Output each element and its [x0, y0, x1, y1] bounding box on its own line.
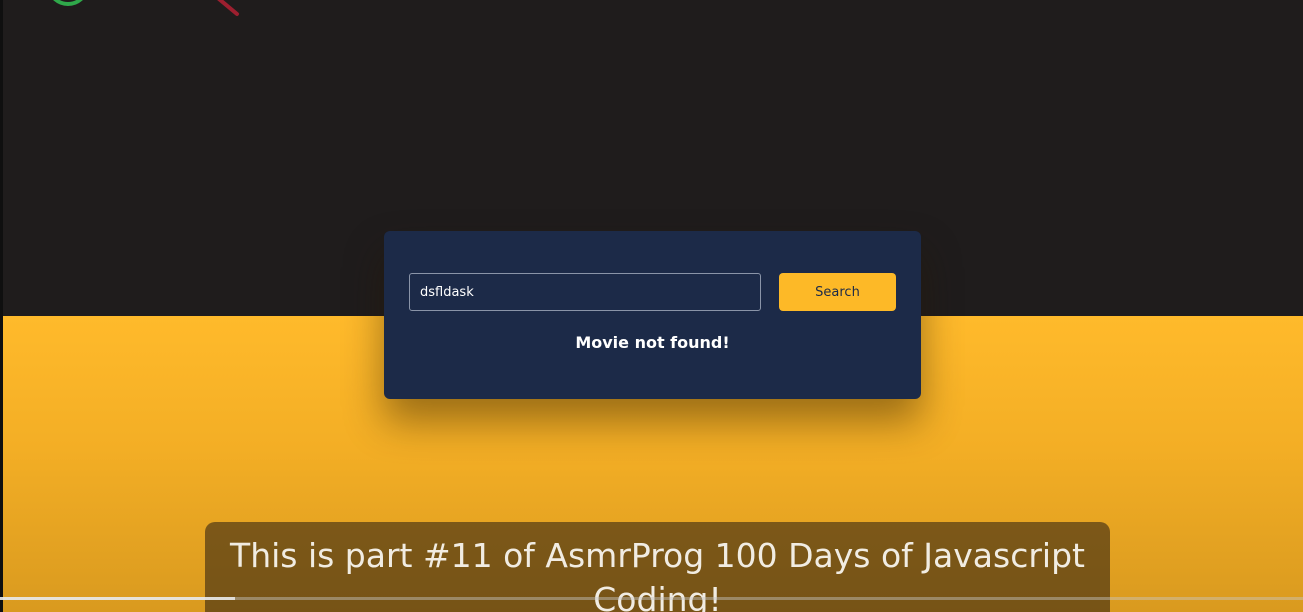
video-progress-bar[interactable] [0, 597, 1303, 600]
left-edge-border [0, 0, 3, 612]
red-stroke-decor-icon [217, 0, 239, 16]
green-circle-logo-icon [53, 0, 83, 6]
movie-search-card: Search Movie not found! [384, 231, 921, 399]
video-frame: Search Movie not found! This is part #11… [0, 0, 1303, 612]
movie-search-input[interactable] [409, 273, 761, 311]
search-button[interactable]: Search [779, 273, 896, 311]
result-message: Movie not found! [575, 333, 730, 352]
video-progress-fill [0, 597, 235, 600]
